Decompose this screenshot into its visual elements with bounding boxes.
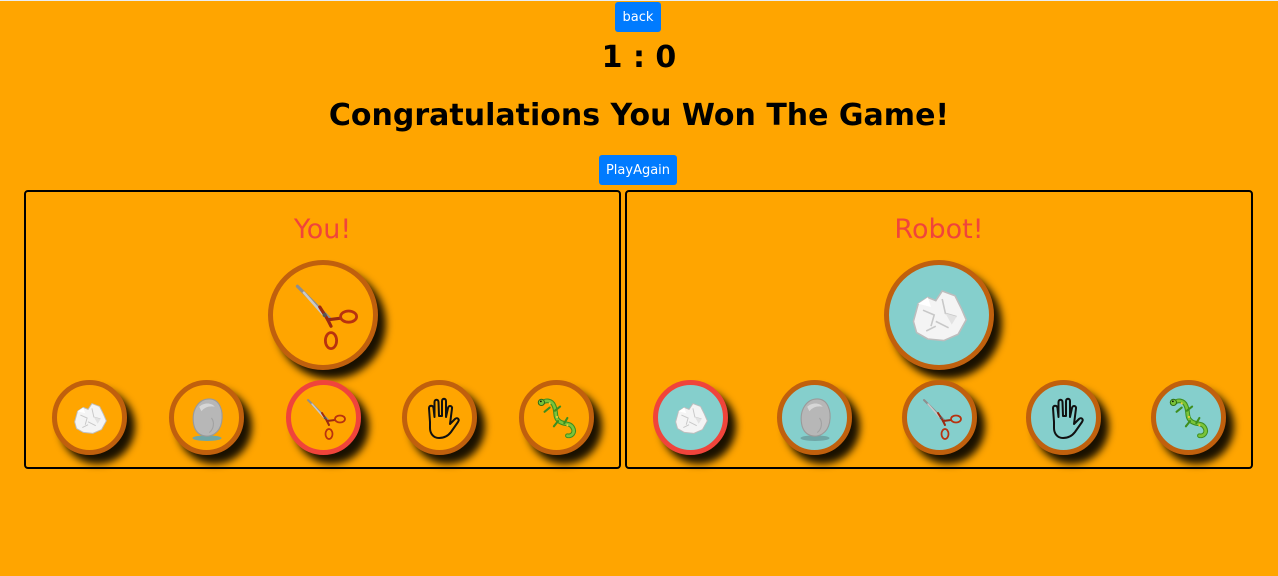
robot-option-spock-icon: [1026, 380, 1101, 455]
top-divider: [0, 0, 1278, 1]
player-panel: You!: [24, 190, 621, 469]
robot-choice-paper-icon: [884, 260, 994, 370]
play-again-button[interactable]: PlayAgain: [599, 155, 677, 185]
score-display: 1 : 0: [601, 40, 677, 75]
result-message: Congratulations You Won The Game!: [328, 98, 950, 133]
robot-panel: Robot!: [625, 190, 1253, 469]
robot-option-rock-icon: [777, 380, 852, 455]
robot-option-scissors-icon: [902, 380, 977, 455]
player-choice-scissors-icon: [268, 260, 378, 370]
back-button[interactable]: back: [615, 2, 661, 32]
player-option-spock-icon[interactable]: [402, 380, 477, 455]
robot-option-paper-icon: [653, 380, 728, 455]
player-option-paper-icon[interactable]: [52, 380, 127, 455]
player-option-scissors-icon[interactable]: [286, 380, 361, 455]
player-option-lizard-icon[interactable]: [519, 380, 594, 455]
player-title: You!: [293, 214, 352, 245]
robot-title: Robot!: [894, 214, 984, 245]
player-option-rock-icon[interactable]: [169, 380, 244, 455]
robot-option-lizard-icon: [1151, 380, 1226, 455]
